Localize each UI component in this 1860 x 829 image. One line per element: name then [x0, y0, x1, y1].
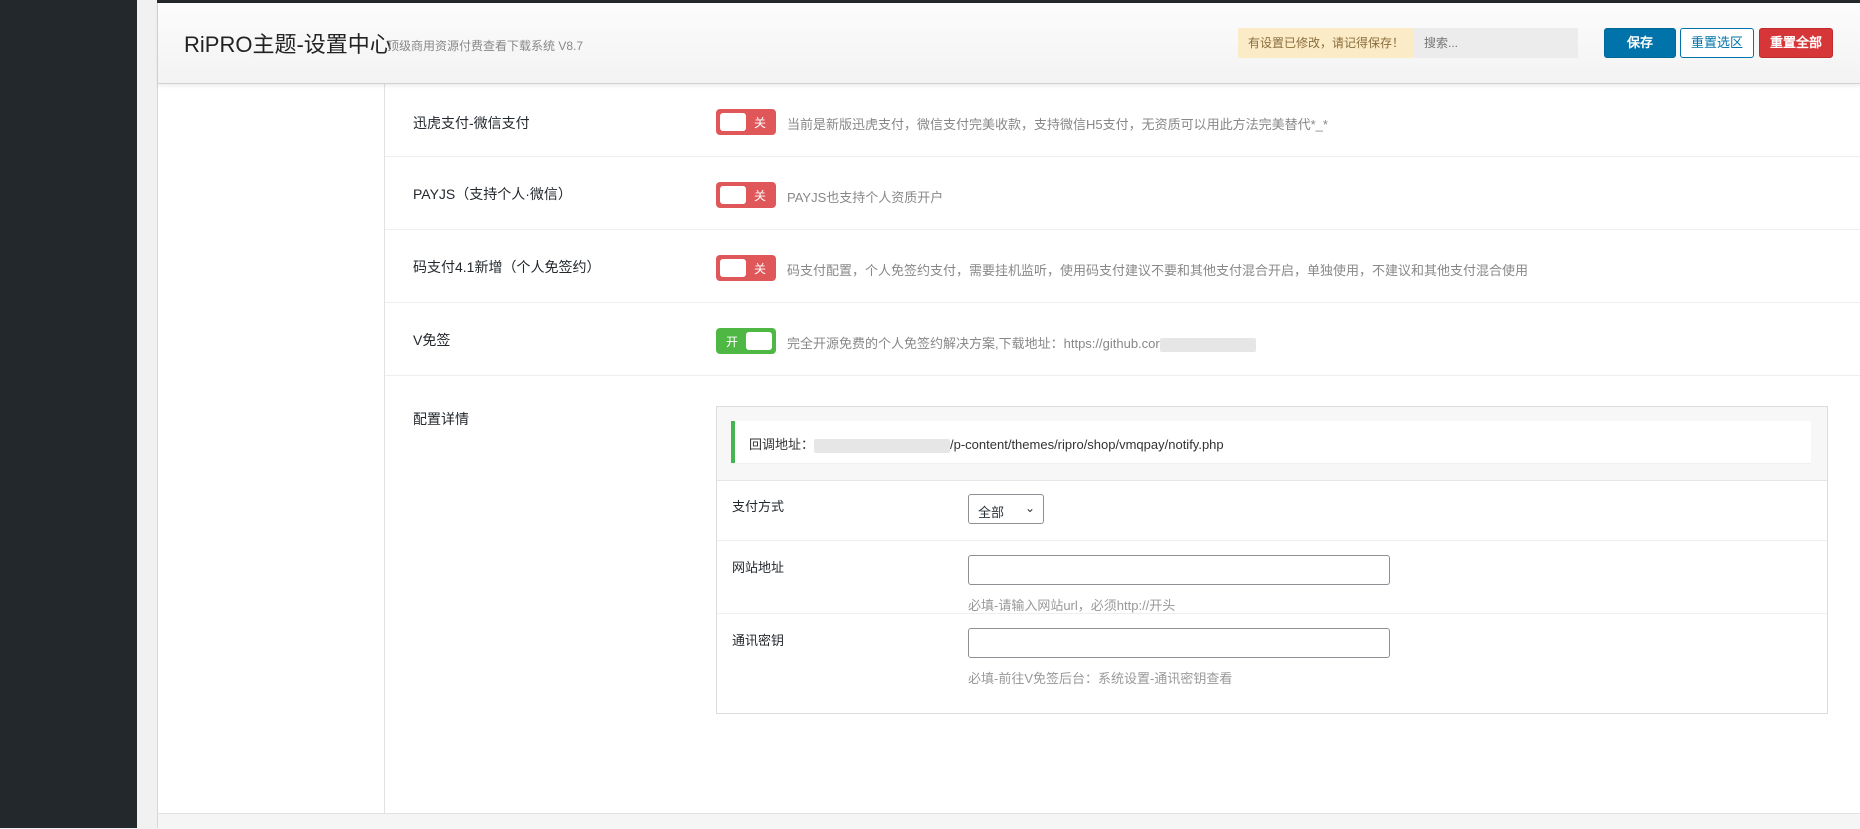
- reset-section-button[interactable]: 重置选区: [1680, 28, 1754, 58]
- sub-field-label: 通讯密钥: [732, 633, 785, 648]
- panel-footer: [158, 813, 1860, 829]
- search-input[interactable]: [1414, 28, 1578, 58]
- switch-state-label: 关: [753, 116, 766, 130]
- toggle-switch-xunhu[interactable]: 关: [716, 109, 776, 135]
- field-label: V免签: [413, 332, 451, 348]
- sub-row-site-url: 网站地址 必填-请输入网站url，必须http://开头: [717, 541, 1827, 614]
- sidebar-gap: [137, 0, 157, 828]
- callback-url-text: 回调地址： /p-content/themes/ripro/shop/vmqpay…: [749, 434, 1224, 453]
- sub-row-pay-method: 支付方式 全部 ⌄: [717, 480, 1827, 541]
- switch-state-label: 关: [753, 262, 766, 276]
- settings-header: RiPRO主题-设置中心 顶级商用资源付费查看下载系统 V8.7 有设置已修改，…: [158, 3, 1860, 84]
- reset-all-button[interactable]: 重置全部: [1759, 28, 1833, 58]
- callback-path: /p-content/themes/ripro/shop/vmqpay/noti…: [950, 437, 1224, 452]
- select-value: 全部: [978, 505, 1005, 520]
- save-button[interactable]: 保存: [1604, 28, 1676, 58]
- redacted-url: [1159, 337, 1256, 352]
- page-title: RiPRO主题-设置中心: [184, 32, 392, 57]
- section-nav: [158, 83, 385, 813]
- toggle-switch-payjs[interactable]: 关: [716, 182, 776, 208]
- field-description: 当前是新版迅虎支付，微信支付完美收款，支持微信H5支付，无资质可以用此方法完美替…: [787, 117, 1328, 132]
- field-description: 完全开源免费的个人免签约解决方案,下载地址：https://github.cor: [787, 333, 1256, 352]
- field-label: 配置详情: [413, 411, 469, 427]
- field-description: 码支付配置，个人免签约支付，需要挂机监听，使用码支付建议不要和其他支付混合开启，…: [787, 263, 1529, 278]
- config-fieldset: 回调地址： /p-content/themes/ripro/shop/vmqpay…: [716, 406, 1828, 714]
- switch-state-label: 开: [726, 335, 739, 349]
- site-url-help: 必填-请输入网站url，必须http://开头: [968, 598, 1176, 613]
- field-label: PAYJS（支持个人·微信）: [413, 186, 572, 202]
- sub-field-label: 网站地址: [732, 560, 785, 575]
- comm-key-input[interactable]: [968, 628, 1390, 658]
- comm-key-help: 必填-前往V免签后台：系统设置-通讯密钥查看: [968, 671, 1233, 686]
- redacted-domain: [814, 438, 951, 453]
- callback-notice: 回调地址： /p-content/themes/ripro/shop/vmqpay…: [731, 421, 1811, 463]
- field-row-config: 配置详情 回调地址： /p-content/themes/ripro/shop/v…: [385, 375, 1860, 813]
- sub-row-comm-key: 通讯密钥 必填-前往V免签后台：系统设置-通讯密钥查看: [717, 614, 1827, 713]
- pay-method-select[interactable]: 全部 ⌄: [968, 494, 1044, 524]
- settings-content: 迅虎支付-微信支付 关 当前是新版迅虎支付，微信支付完美收款，支持微信H5支付，…: [158, 83, 1860, 829]
- field-row-payjs: PAYJS（支持个人·微信） 关 PAYJS也支持个人资质开户: [385, 156, 1860, 230]
- field-description: PAYJS也支持个人资质开户: [787, 190, 944, 205]
- toggle-switch-vmianqian[interactable]: 开: [716, 328, 776, 354]
- field-label: 迅虎支付-微信支付: [413, 115, 530, 131]
- field-label: 码支付4.1新增（个人免签约）: [413, 259, 601, 275]
- admin-sidebar: [0, 0, 137, 828]
- sub-field-label: 支付方式: [732, 499, 785, 514]
- switch-knob: [720, 113, 746, 131]
- callback-notice-area: 回调地址： /p-content/themes/ripro/shop/vmqpay…: [717, 407, 1827, 481]
- unsaved-changes-notice: 有设置已修改，请记得保存！: [1238, 28, 1415, 58]
- switch-state-label: 关: [753, 189, 766, 203]
- field-row-vmianqian: V免签 开 完全开源免费的个人免签约解决方案,下载地址：https://gith…: [385, 302, 1860, 376]
- toggle-switch-codepay[interactable]: 关: [716, 255, 776, 281]
- chevron-down-icon: ⌄: [1024, 501, 1035, 515]
- field-row-xunhu: 迅虎支付-微信支付 关 当前是新版迅虎支付，微信支付完美收款，支持微信H5支付，…: [385, 83, 1860, 157]
- site-url-input[interactable]: [968, 555, 1390, 585]
- settings-panel: RiPRO主题-设置中心 顶级商用资源付费查看下载系统 V8.7 有设置已修改，…: [157, 3, 1860, 829]
- callback-label: 回调地址：: [749, 437, 815, 452]
- switch-knob: [746, 332, 772, 350]
- download-url-text: 完全开源免费的个人免签约解决方案,下载地址：https://github.cor: [787, 336, 1160, 351]
- field-row-codepay: 码支付4.1新增（个人免签约） 关 码支付配置，个人免签约支付，需要挂机监听，使…: [385, 229, 1860, 303]
- version-subtitle: 顶级商用资源付费查看下载系统 V8.7: [387, 39, 584, 53]
- switch-knob: [720, 186, 746, 204]
- switch-knob: [720, 259, 746, 277]
